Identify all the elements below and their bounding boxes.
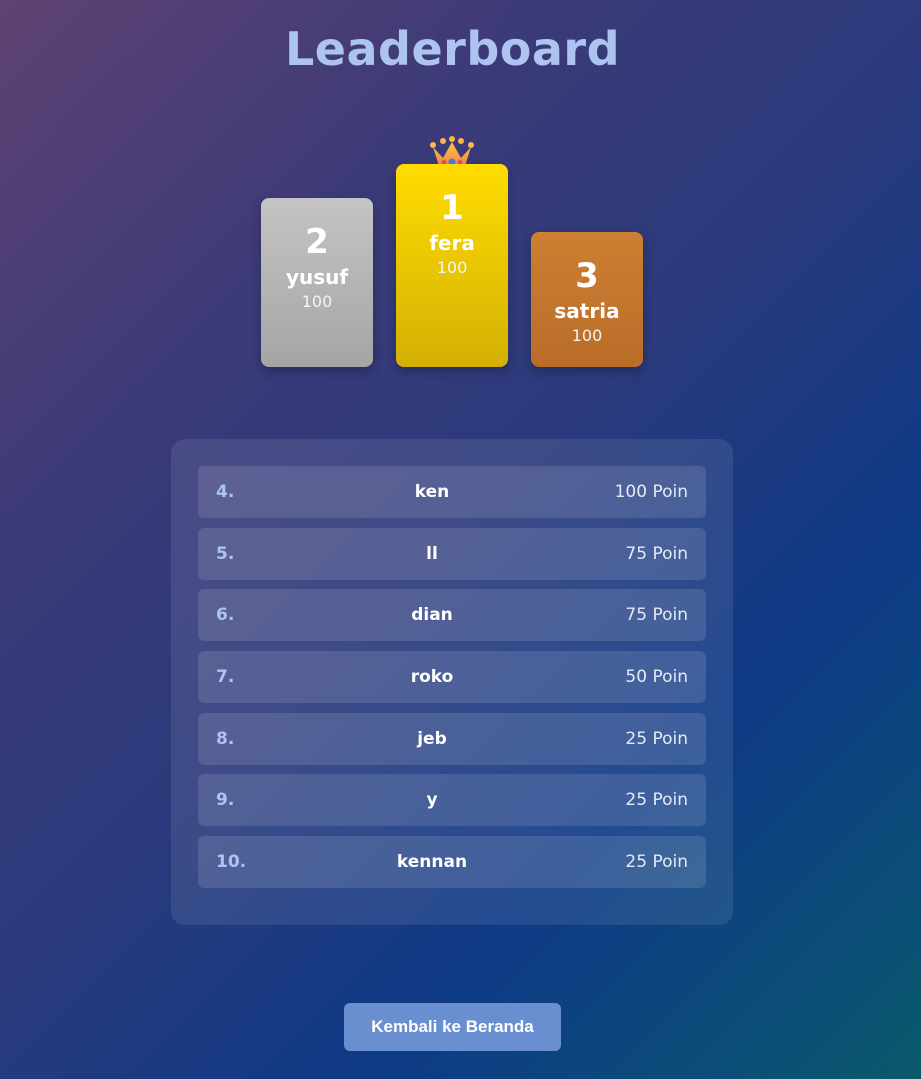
- row-rank: 7.: [216, 667, 235, 687]
- back-to-home-button[interactable]: Kembali ke Beranda: [344, 1003, 561, 1051]
- row-score: 25 Poin: [625, 729, 688, 749]
- list-item: 10. kennan 25 Poin: [198, 836, 706, 888]
- row-rank: 10.: [216, 852, 247, 872]
- row-rank: 5.: [216, 544, 235, 564]
- podium-rank: 2: [305, 222, 329, 262]
- row-score: 25 Poin: [625, 852, 688, 872]
- podium-name: satria: [554, 299, 620, 323]
- list-item: 9. y 25 Poin: [198, 774, 706, 826]
- row-name: ken: [414, 482, 450, 502]
- podium-second: 2 yusuf 100: [261, 198, 373, 367]
- row-rank: 6.: [216, 605, 235, 625]
- page-title: Leaderboard: [284, 22, 621, 76]
- row-score: 25 Poin: [625, 790, 688, 810]
- list-item: 7. roko 50 Poin: [198, 651, 706, 703]
- podium-name: yusuf: [285, 265, 349, 289]
- row-score: 75 Poin: [625, 605, 688, 625]
- list-item: 6. dian 75 Poin: [198, 589, 706, 641]
- row-name: y: [426, 790, 438, 810]
- row-name: roko: [410, 667, 454, 687]
- row-rank: 9.: [216, 790, 235, 810]
- podium-score: 100: [436, 258, 468, 277]
- podium-rank: 3: [575, 256, 599, 296]
- leaderboard-list: 4. ken 100 Poin 5. ll 75 Poin 6. dian 75…: [171, 439, 733, 925]
- row-rank: 8.: [216, 729, 235, 749]
- list-item: 8. jeb 25 Poin: [198, 713, 706, 765]
- list-item: 4. ken 100 Poin: [198, 466, 706, 518]
- row-score: 50 Poin: [625, 667, 688, 687]
- row-name: dian: [411, 605, 453, 625]
- row-rank: 4.: [216, 482, 235, 502]
- podium-name: fera: [429, 231, 475, 255]
- row-score: 100 Poin: [614, 482, 688, 502]
- podium-third: 3 satria 100: [531, 232, 643, 367]
- row-name: ll: [426, 544, 438, 564]
- podium-rank: 1: [440, 188, 464, 228]
- list-item: 5. ll 75 Poin: [198, 528, 706, 580]
- podium-first: 1 fera 100: [396, 164, 508, 367]
- row-score: 75 Poin: [625, 544, 688, 564]
- row-name: jeb: [417, 729, 447, 749]
- row-name: kennan: [396, 852, 468, 872]
- podium-score: 100: [301, 292, 333, 311]
- podium-score: 100: [571, 326, 603, 345]
